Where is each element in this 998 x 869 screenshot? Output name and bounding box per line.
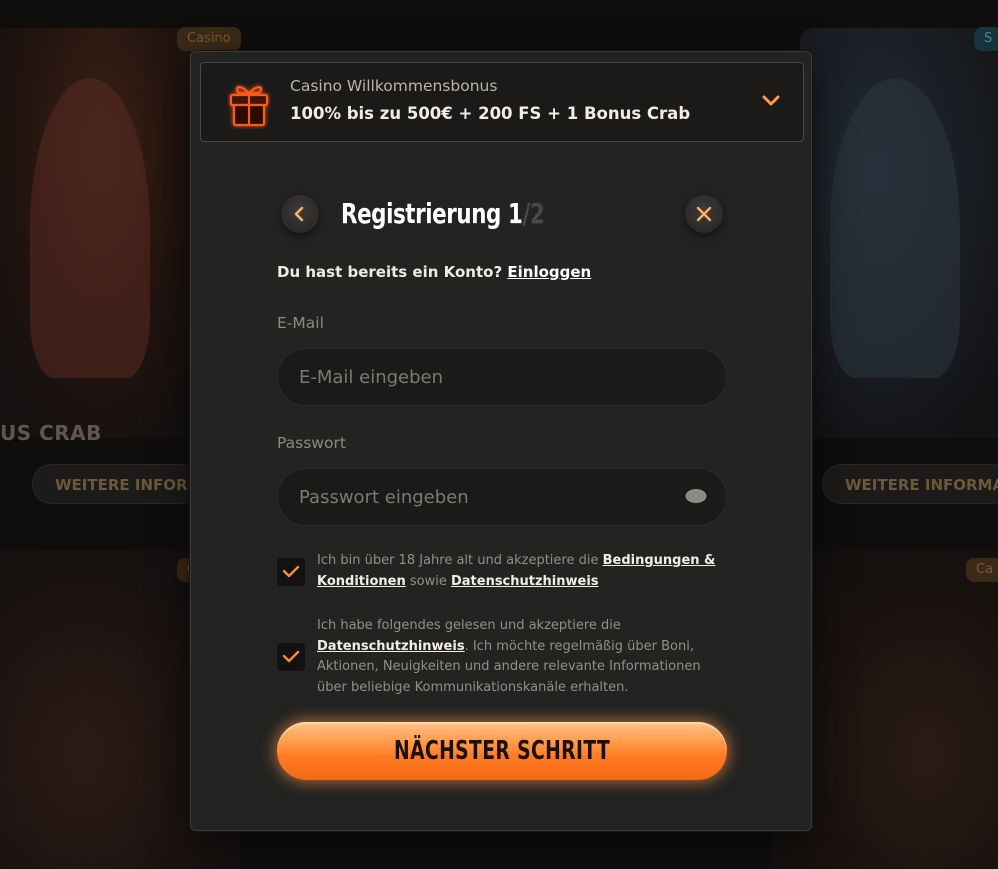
login-prompt: Du hast bereits ein Konto? Einloggen <box>277 263 591 281</box>
game-card-right[interactable] <box>800 28 998 438</box>
game-card-artwork <box>30 78 150 378</box>
chevron-left-icon <box>294 206 304 222</box>
close-button[interactable] <box>685 195 723 233</box>
chevron-down-icon[interactable] <box>761 93 781 109</box>
page-title: Registrierung 1/2 <box>341 192 545 236</box>
eye-icon[interactable] <box>685 488 707 504</box>
next-step-label: NÄCHSTER SCHRITT <box>393 736 611 766</box>
game-card-left[interactable] <box>0 28 200 438</box>
password-label: Passwort <box>277 434 346 452</box>
age-consent-and: sowie <box>405 573 451 589</box>
email-label: E-Mail <box>277 314 324 332</box>
age-terms-checkbox[interactable] <box>277 558 305 586</box>
age-terms-consent: Ich bin über 18 Jahre alt und akzeptiere… <box>317 551 727 592</box>
checkmark-icon <box>282 565 300 578</box>
more-info-button[interactable]: WEITERE INFORMATIONE <box>822 464 998 504</box>
next-step-button[interactable]: NÄCHSTER SCHRITT <box>277 722 727 780</box>
category-tag: S <box>974 27 998 51</box>
game-title: US CRAB <box>0 421 102 445</box>
title-text: Registrierung 1 <box>341 197 523 230</box>
game-card-artwork <box>830 78 960 378</box>
age-consent-text: Ich bin über 18 Jahre alt und akzeptiere… <box>317 553 603 568</box>
back-button[interactable] <box>281 195 319 233</box>
password-field[interactable] <box>277 468 727 526</box>
privacy-link[interactable]: Datenschutzhinweis <box>451 574 599 589</box>
bonus-description: 100% bis zu 500€ + 200 FS + 1 Bonus Crab <box>290 104 691 123</box>
login-prompt-text: Du hast bereits ein Konto? <box>277 263 508 281</box>
marketing-consent-checkbox[interactable] <box>277 643 305 671</box>
checkmark-icon <box>282 650 300 663</box>
category-tag: Casino <box>177 27 241 51</box>
category-tag: Ca <box>966 558 998 582</box>
close-icon <box>696 206 712 222</box>
login-link[interactable]: Einloggen <box>507 263 591 281</box>
step-total: /2 <box>522 197 545 230</box>
registration-modal: Casino Willkommensbonus 100% bis zu 500€… <box>190 51 812 831</box>
privacy-link[interactable]: Datenschutzhinweis <box>317 639 465 654</box>
bonus-title: Casino Willkommensbonus <box>290 77 498 95</box>
gift-icon <box>227 73 271 129</box>
marketing-consent-text-1: Ich habe folgendes gelesen und akzeptier… <box>317 618 621 633</box>
marketing-consent: Ich habe folgendes gelesen und akzeptier… <box>317 616 727 698</box>
welcome-bonus-selector[interactable]: Casino Willkommensbonus 100% bis zu 500€… <box>200 62 804 142</box>
more-info-button[interactable]: WEITERE INFORMATIO <box>32 464 242 504</box>
email-field[interactable] <box>277 348 727 406</box>
